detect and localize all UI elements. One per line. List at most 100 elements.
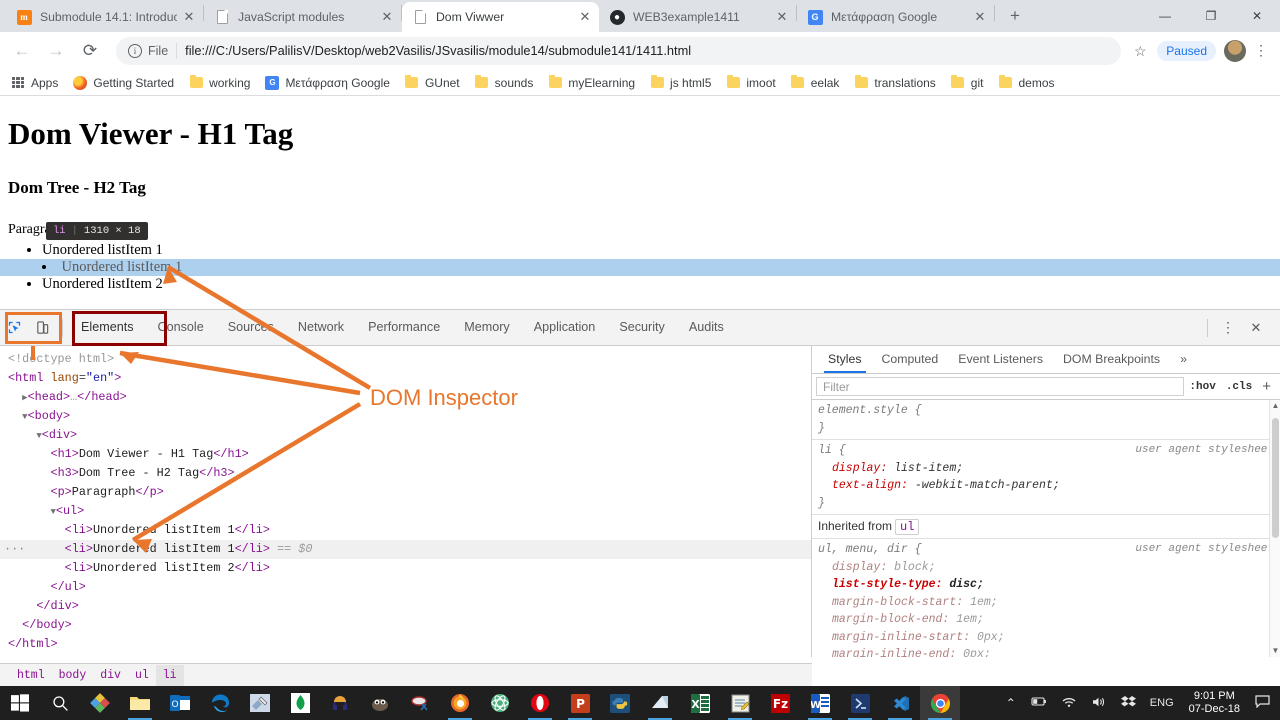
dom-node[interactable]: </div> [0,597,811,616]
profile-paused-badge[interactable]: Paused [1157,40,1216,61]
dom-node[interactable]: <li>Unordered listItem 1</li> [0,521,811,540]
bookmark-js-html5[interactable]: js html5 [649,74,711,90]
file-explorer-icon[interactable] [120,686,160,720]
close-icon[interactable]: ✕ [577,9,593,25]
styles-tab-styles[interactable]: Styles [818,346,872,373]
tray-chevron-icon[interactable]: ⌃ [999,696,1023,710]
minimize-button[interactable]: — [1142,0,1188,32]
firefox-icon[interactable] [440,686,480,720]
bookmark-gunet[interactable]: GUnet [404,74,460,90]
notepad-icon[interactable] [720,686,760,720]
task-view-icon[interactable] [80,686,120,720]
styles-tabs-overflow-icon[interactable]: » [1170,346,1197,373]
page-info-icon[interactable]: i [128,43,142,58]
bookmark-translations[interactable]: translations [853,74,936,90]
devtools-tab-audits[interactable]: Audits [677,310,736,345]
outlook-icon[interactable]: O [160,686,200,720]
style-rule-li[interactable]: user agent stylesheet li { display: list… [812,440,1280,515]
audacity-icon[interactable] [320,686,360,720]
scroll-down-icon[interactable]: ▼ [1270,645,1280,657]
reload-button[interactable]: ⟳ [76,37,104,65]
styles-tab-event-listeners[interactable]: Event Listeners [948,346,1053,373]
style-property[interactable]: margin-inline-start: 0px; [818,629,1274,647]
devtools-menu-icon[interactable]: ⋮ [1214,314,1242,342]
onenote-icon[interactable] [640,686,680,720]
dom-node[interactable]: <p>Paragraph</p> [0,483,811,502]
clock[interactable]: 9:01 PM 07-Dec-18 [1181,690,1248,716]
list-item-highlighted[interactable]: Unordered listItem 1 [0,259,1280,276]
devtools-tab-memory[interactable]: Memory [452,310,521,345]
bookmark-demos[interactable]: demos [997,74,1055,90]
breadcrumb-li[interactable]: li [155,664,184,686]
devtools-tab-sources[interactable]: Sources [216,310,286,345]
wifi-icon[interactable] [1054,696,1084,711]
search-icon[interactable] [40,686,80,720]
battery-icon[interactable] [1023,696,1054,710]
style-property[interactable]: display: block; [818,559,1274,577]
style-property[interactable]: list-style-type: disc; [818,576,1274,594]
dropbox-icon[interactable] [1114,695,1143,711]
new-tab-button[interactable]: + [1001,2,1029,30]
browser-menu-icon[interactable]: ⋮ [1250,42,1272,59]
bookmark-imoot[interactable]: imoot [725,74,776,90]
excel-icon[interactable]: X [680,686,720,720]
styles-tab-computed[interactable]: Computed [872,346,949,373]
style-rule-ul-menu-dir[interactable]: user agent stylesheet ul, menu, dir { di… [812,539,1280,657]
scrollbar-thumb[interactable] [1272,418,1279,538]
devtools-tab-network[interactable]: Network [286,310,356,345]
python-icon[interactable] [600,686,640,720]
devtools-tab-application[interactable]: Application [522,310,608,345]
dom-node[interactable]: </body> [0,616,811,635]
inherited-from-chip[interactable]: ul [895,519,920,535]
breadcrumb-html[interactable]: html [10,665,52,686]
bookmark-working[interactable]: working [188,74,250,90]
dom-node[interactable]: <li>Unordered listItem 2</li> [0,559,811,578]
dom-node-selected[interactable]: ··· <li>Unordered listItem 1</li> == $0 [0,540,811,559]
action-center-icon[interactable] [1248,695,1276,711]
styles-new-rule-button[interactable]: + [1257,378,1276,395]
bookmark-star-icon[interactable]: ☆ [1127,38,1153,64]
breadcrumb-div[interactable]: div [93,665,128,686]
chrome-icon[interactable] [920,686,960,720]
scroll-up-icon[interactable]: ▲ [1270,400,1280,412]
list-item[interactable]: Unordered listItem 2 [42,276,1280,293]
powerpoint-icon[interactable]: P [560,686,600,720]
maximize-button[interactable]: ❐ [1188,0,1234,32]
close-icon[interactable]: ✕ [972,9,988,25]
filezilla-icon[interactable]: Fz [760,686,800,720]
devtools-close-icon[interactable]: ✕ [1242,314,1270,342]
styles-hov-toggle[interactable]: :hov [1184,381,1220,393]
opera-icon[interactable] [520,686,560,720]
gimp-icon[interactable] [360,686,400,720]
dom-node[interactable]: <!doctype html> [0,350,811,369]
browser-tab[interactable]: G Μετάφραση Google ✕ [797,2,994,32]
style-rule-element-style[interactable]: element.style { } [812,400,1280,440]
browser-tab[interactable]: JavaScript modules ✕ [204,2,401,32]
dom-node[interactable]: ▼<div> [0,426,811,445]
bookmark-myelearning[interactable]: myElearning [547,74,635,90]
styles-scrollbar[interactable]: ▲ ▼ [1269,400,1280,657]
back-button[interactable]: ← [8,37,36,65]
styles-tab-dom-breakpoints[interactable]: DOM Breakpoints [1053,346,1170,373]
vscode-icon[interactable] [880,686,920,720]
close-icon[interactable]: ✕ [379,9,395,25]
dom-node[interactable]: <h3>Dom Tree - H2 Tag</h3> [0,464,811,483]
close-window-button[interactable]: ✕ [1234,0,1280,32]
volume-icon[interactable] [1084,696,1114,711]
atom-icon[interactable] [480,686,520,720]
dom-node[interactable]: </html> [0,635,811,654]
forward-button[interactable]: → [42,37,70,65]
dom-node[interactable]: <h1>Dom Viewer - H1 Tag</h1> [0,445,811,464]
list-item[interactable]: Unordered listItem 1 [42,242,1280,259]
language-indicator[interactable]: ENG [1143,697,1181,709]
dom-node[interactable]: </ul> [0,578,811,597]
bookmark-eelak[interactable]: eelak [790,74,839,90]
browser-tab-active[interactable]: Dom Viwwer ✕ [402,2,599,32]
windows-start-icon[interactable] [0,686,40,720]
avatar[interactable] [1224,39,1246,62]
close-icon[interactable]: ✕ [181,9,197,25]
style-property[interactable]: margin-inline-end: 0px; [818,646,1274,657]
style-property[interactable]: display: list-item; [818,460,1274,478]
browser-tab[interactable]: ● WEB3example1411 ✕ [599,2,796,32]
bookmark-git[interactable]: git [950,74,983,90]
